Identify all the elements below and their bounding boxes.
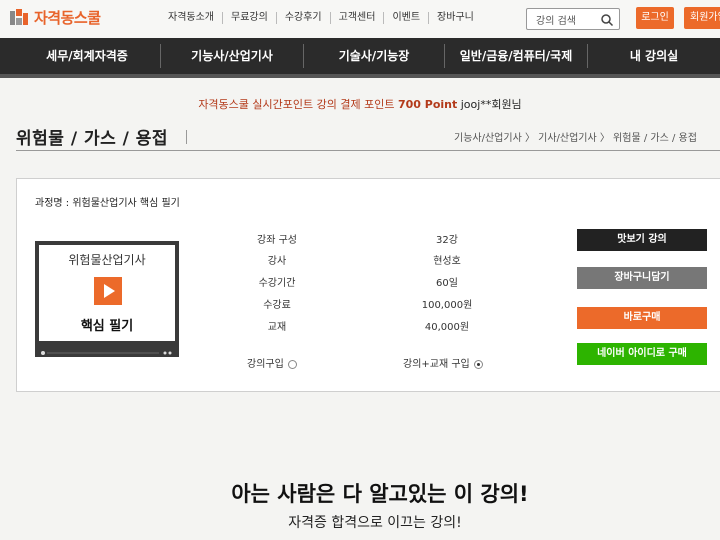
nav-item-my-classroom[interactable]: 내 강의실 <box>588 38 720 74</box>
nav-item-technician[interactable]: 기능사/산업기사 <box>161 38 303 74</box>
video-controls <box>39 343 175 355</box>
menu-item-free-lectures[interactable]: 무료강의 <box>222 12 276 24</box>
info-value: 현성호 <box>433 256 461 267</box>
login-button[interactable]: 로그인 <box>636 7 674 29</box>
search-icon[interactable] <box>600 12 614 27</box>
info-label: 강좌 구성 <box>257 235 297 246</box>
info-label: 수강기간 <box>258 278 296 289</box>
search-input[interactable]: 강의 검색 <box>526 8 620 30</box>
radio-lecture-book[interactable] <box>473 359 483 369</box>
points-banner: 자격동스쿨 실시간포인트 강의 결제 포인트 700 Point jooj**회… <box>0 96 720 112</box>
promo-subline: 자격증 합격으로 이끄는 강의! <box>288 515 462 531</box>
title-underline <box>16 150 720 151</box>
info-value: 60일 <box>436 278 458 289</box>
option-lecture-label: 강의구입 <box>247 359 284 370</box>
nav-item-professional-engineer[interactable]: 기술사/기능장 <box>304 38 444 74</box>
course-thumbnail[interactable]: 위험물산업기사 핵심 필기 <box>35 241 179 357</box>
naver-buy-button[interactable]: 네이버 아이디로 구매 <box>577 343 707 365</box>
page-title: 위험물 / 가스 / 용접 <box>16 129 169 149</box>
thumbnail-title: 위험물산업기사 <box>68 253 146 267</box>
banner-user: jooj**회원님 <box>460 98 522 111</box>
promo-headline: 아는 사람은 다 알고있는 이 강의! <box>231 482 529 506</box>
menu-item-support[interactable]: 고객센터 <box>329 12 384 24</box>
banner-points: 700 Point <box>397 98 458 111</box>
nav-item-tax-accounting[interactable]: 세무/회계자격증 <box>14 38 160 74</box>
option-lecture-book-label: 강의+교재 구입 <box>403 359 470 370</box>
thumbnail-screen: 위험물산업기사 핵심 필기 <box>39 245 175 341</box>
menu-item-events[interactable]: 이벤트 <box>383 12 428 24</box>
join-button[interactable]: 회원가입 <box>684 7 720 29</box>
option-lecture-book[interactable]: 강의+교재 구입 <box>403 355 483 370</box>
option-lecture-only[interactable]: 강의구입 <box>247 355 297 370</box>
menu-item-about[interactable]: 자격동소개 <box>160 12 222 24</box>
info-value: 40,000원 <box>424 322 470 333</box>
info-value: 32강 <box>436 235 458 246</box>
breadcrumb[interactable]: 기능사/산업기사 〉 기사/산업기사 〉 위험물 / 가스 / 용접 <box>454 129 697 144</box>
banner-text: 자격동스쿨 실시간포인트 강의 결제 포인트 <box>198 98 395 111</box>
course-panel: 과정명 : 위험물산업기사 핵심 필기 위험물산업기사 핵심 필기 강좌 구성 … <box>16 178 720 392</box>
preview-lecture-button[interactable]: 맛보기 강의 <box>577 229 707 251</box>
top-bar: 자격동스쿨 자격동소개 무료강의 수강후기 고객센터 이벤트 장바구니 강의 검… <box>0 0 720 38</box>
add-to-cart-button[interactable]: 장바구니담기 <box>577 267 707 289</box>
radio-lecture[interactable] <box>287 359 297 369</box>
info-label: 수강료 <box>263 300 291 311</box>
top-menu: 자격동소개 무료강의 수강후기 고객센터 이벤트 장바구니 <box>160 12 482 24</box>
menu-item-reviews[interactable]: 수강후기 <box>275 12 330 24</box>
search-placeholder: 강의 검색 <box>536 16 576 27</box>
info-label: 강사 <box>267 256 287 267</box>
title-divider <box>186 130 187 144</box>
info-value: 100,000원 <box>421 300 473 311</box>
main-nav: 세무/회계자격증 기능사/산업기사 기술사/기능장 일반/금융/컴퓨터/국제 내… <box>0 38 720 78</box>
thumbnail-subtitle: 핵심 필기 <box>80 319 134 334</box>
info-label: 교재 <box>267 322 287 333</box>
course-name: 과정명 : 위험물산업기사 핵심 필기 <box>35 198 180 209</box>
buy-now-button[interactable]: 바로구매 <box>577 307 707 329</box>
nav-item-general-finance[interactable]: 일반/금융/컴퓨터/국제 <box>445 38 587 74</box>
menu-item-cart[interactable]: 장바구니 <box>428 12 482 24</box>
logo-icon <box>10 8 30 27</box>
play-icon[interactable] <box>94 277 122 305</box>
site-logo[interactable]: 자격동스쿨 <box>10 7 101 28</box>
logo-text: 자격동스쿨 <box>34 9 101 27</box>
